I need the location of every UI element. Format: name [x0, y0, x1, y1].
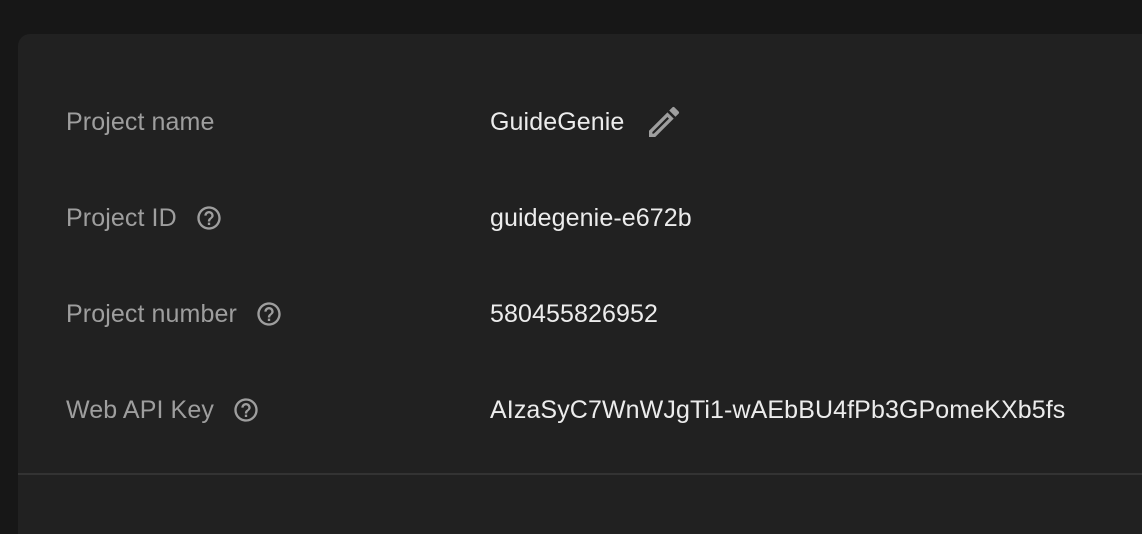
- web-api-key-label: Web API Key: [66, 395, 214, 424]
- project-name-field: GuideGenie: [490, 102, 684, 142]
- project-number-label-group: Project number: [66, 300, 283, 329]
- project-name-row: Project name GuideGenie: [18, 74, 1142, 170]
- section-divider: [18, 473, 1142, 475]
- project-number-label: Project number: [66, 299, 237, 328]
- web-api-key-help-icon[interactable]: [232, 396, 260, 424]
- project-id-label-group: Project ID: [66, 204, 223, 233]
- project-settings-card: Project name GuideGenie Project ID guide…: [18, 34, 1142, 534]
- project-number-help-icon[interactable]: [255, 300, 283, 328]
- edit-project-name-pencil-icon[interactable]: [644, 102, 684, 142]
- project-id-row: Project ID guidegenie-e672b: [18, 170, 1142, 266]
- project-id-help-icon[interactable]: [195, 204, 223, 232]
- project-name-value: GuideGenie: [490, 107, 625, 136]
- web-api-key-value: AIzaSyC7WnWJgTi1-wAEbBU4fPb3GPomeKXb5fs: [490, 395, 1066, 424]
- project-name-label: Project name: [66, 107, 215, 136]
- project-number-value: 580455826952: [490, 299, 659, 328]
- project-number-row: Project number 580455826952: [18, 266, 1142, 362]
- project-id-value: guidegenie-e672b: [490, 203, 692, 232]
- web-api-key-label-group: Web API Key: [66, 396, 260, 425]
- web-api-key-row: Web API Key AIzaSyC7WnWJgTi1-wAEbBU4fPb3…: [18, 362, 1142, 458]
- project-id-label: Project ID: [66, 203, 177, 232]
